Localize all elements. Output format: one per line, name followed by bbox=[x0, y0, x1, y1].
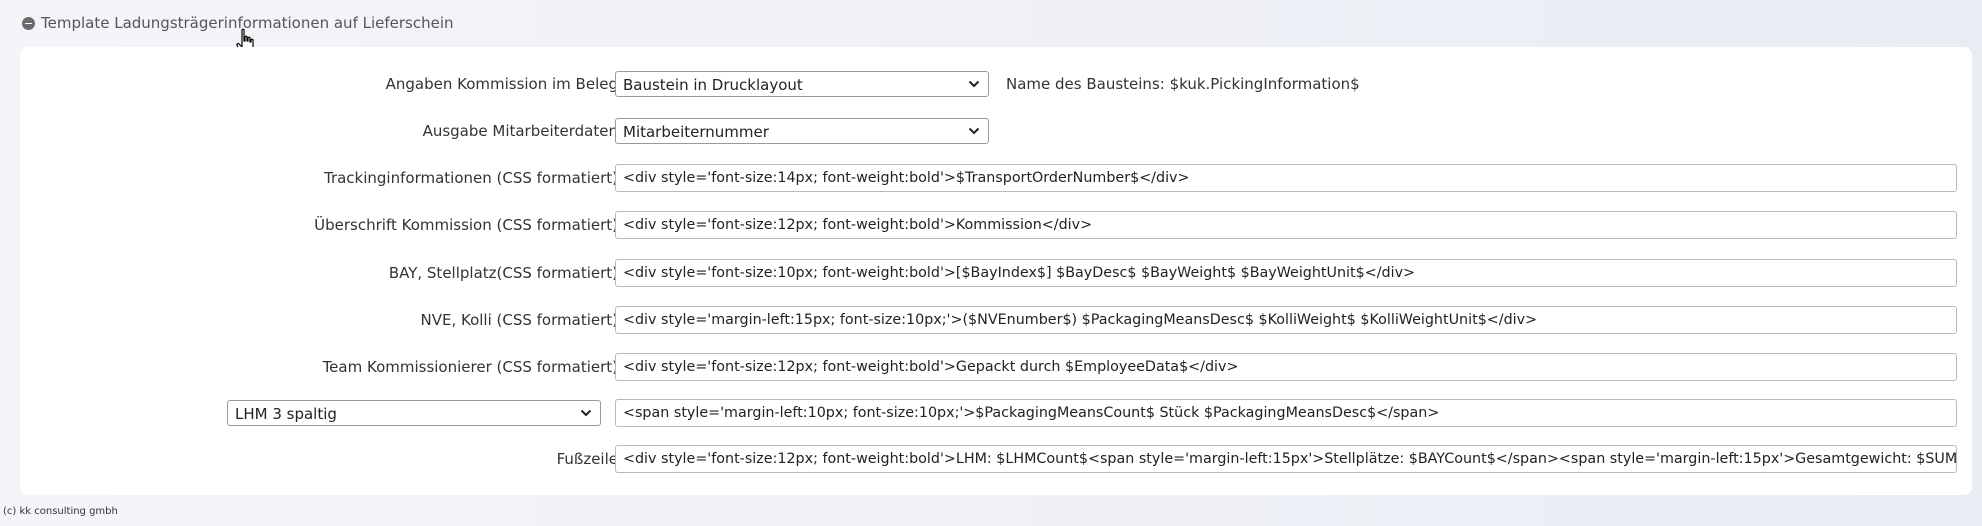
copyright-footer: (c) kk consulting gmbh bbox=[3, 506, 118, 517]
field-label: Angaben Kommission im Beleg bbox=[385, 75, 618, 93]
footer-template-input[interactable]: <div style='font-size:12px; font-weight:… bbox=[615, 445, 1957, 473]
row-bay: BAY, Stellplatz(CSS formatiert) <div sty… bbox=[20, 258, 1972, 288]
commission-heading-input[interactable]: <div style='font-size:12px; font-weight:… bbox=[615, 211, 1957, 239]
team-picker-input[interactable]: <div style='font-size:12px; font-weight:… bbox=[615, 353, 1957, 381]
bay-input[interactable]: <div style='font-size:10px; font-weight:… bbox=[615, 259, 1957, 287]
field-label: BAY, Stellplatz(CSS formatiert) bbox=[388, 264, 618, 282]
field-label: Trackinginformationen (CSS formatiert) bbox=[323, 169, 618, 187]
field-label: Überschrift Kommission (CSS formatiert) bbox=[314, 216, 618, 234]
row-tracking-info: Trackinginformationen (CSS formatiert) <… bbox=[20, 163, 1972, 193]
chevron-down-icon bbox=[968, 127, 980, 135]
row-employee-data: Ausgabe Mitarbeiterdaten Mitarbeiternumm… bbox=[20, 116, 1972, 146]
row-picking-info: Angaben Kommission im Beleg Baustein in … bbox=[20, 69, 1972, 99]
select-value: Baustein in Drucklayout bbox=[623, 76, 803, 94]
select-value: Mitarbeiternummer bbox=[623, 123, 769, 141]
row-commission-heading: Überschrift Kommission (CSS formatiert) … bbox=[20, 210, 1972, 240]
lhm-layout-select[interactable]: LHM 3 spaltig bbox=[227, 400, 601, 426]
block-name-info: Name des Bausteins: $kuk.PickingInformat… bbox=[1006, 75, 1360, 93]
field-label: Fußzeile bbox=[556, 450, 618, 468]
field-label: Ausgabe Mitarbeiterdaten bbox=[422, 122, 618, 140]
minus-circle-icon[interactable] bbox=[22, 16, 35, 30]
tracking-info-input[interactable]: <div style='font-size:14px; font-weight:… bbox=[615, 164, 1957, 192]
row-nve-kolli: NVE, Kolli (CSS formatiert) <div style='… bbox=[20, 305, 1972, 335]
settings-panel: Angaben Kommission im Beleg Baustein in … bbox=[20, 47, 1972, 495]
row-footer: Fußzeile <div style='font-size:12px; fon… bbox=[20, 444, 1972, 474]
field-label: NVE, Kolli (CSS formatiert) bbox=[420, 311, 618, 329]
lhm-template-input[interactable]: <span style='margin-left:10px; font-size… bbox=[615, 399, 1957, 427]
field-label: Team Kommissionierer (CSS formatiert) bbox=[322, 358, 618, 376]
nve-kolli-input[interactable]: <div style='margin-left:15px; font-size:… bbox=[615, 306, 1957, 334]
row-team-picker: Team Kommissionierer (CSS formatiert) <d… bbox=[20, 352, 1972, 382]
chevron-down-icon bbox=[580, 409, 592, 417]
picking-info-select[interactable]: Baustein in Drucklayout bbox=[615, 71, 989, 97]
employee-data-select[interactable]: Mitarbeiternummer bbox=[615, 118, 989, 144]
select-value: LHM 3 spaltig bbox=[235, 405, 337, 423]
row-lhm-layout: LHM 3 spaltig <span style='margin-left:1… bbox=[20, 398, 1972, 428]
chevron-down-icon bbox=[968, 80, 980, 88]
